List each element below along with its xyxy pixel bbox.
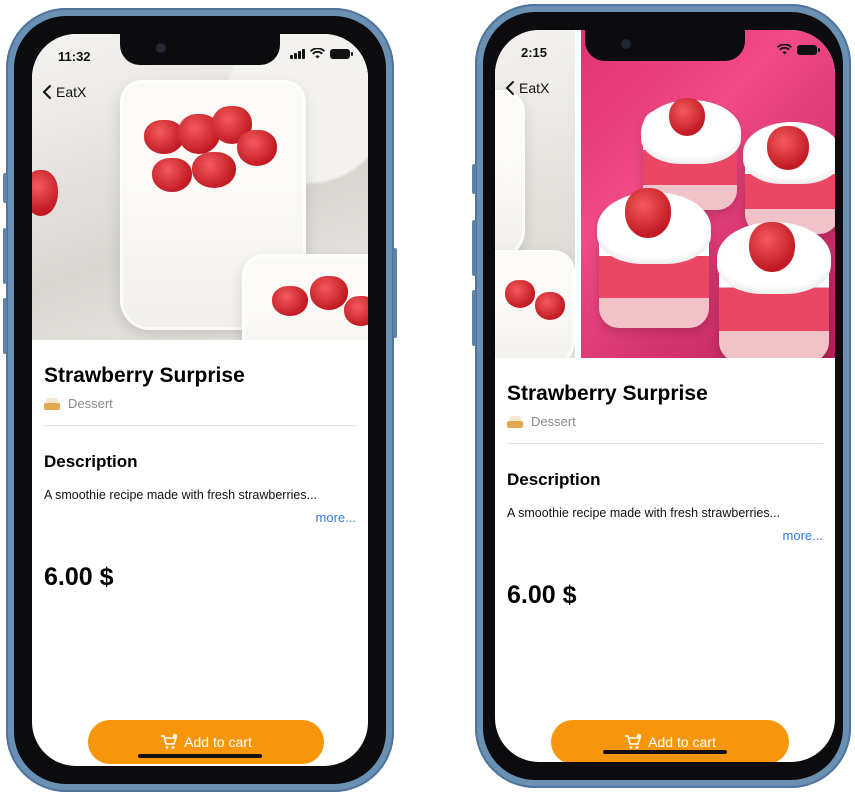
status-time: 11:32 <box>58 49 91 64</box>
wifi-icon <box>777 44 792 55</box>
notch <box>120 34 280 65</box>
detail-content: Strawberry Surprise Dessert Description … <box>32 364 368 592</box>
more-link[interactable]: more... <box>44 510 356 525</box>
signal-icon <box>290 48 305 59</box>
back-label: EatX <box>56 84 87 100</box>
description-text: A smoothie recipe made with fresh strawb… <box>507 506 781 520</box>
back-button[interactable]: EatX <box>42 84 86 100</box>
category-row: Dessert <box>44 396 356 411</box>
item-title: Strawberry Surprise <box>507 382 708 405</box>
category-label: Dessert <box>531 414 576 429</box>
phone-frame-right: 2:15 EatX Strawberry Surprise Dessert De… <box>472 4 851 788</box>
screen: 11:32 EatX Strawberry Surprise Dessert D… <box>32 34 368 766</box>
description-text: A smoothie recipe made with fresh strawb… <box>44 488 318 502</box>
price: 6.00 $ <box>507 581 577 609</box>
cart-icon <box>161 734 178 749</box>
category-row: Dessert <box>507 414 823 429</box>
item-title: Strawberry Surprise <box>44 364 245 387</box>
back-label: EatX <box>519 80 550 96</box>
description-heading: Description <box>507 470 601 489</box>
battery-icon <box>797 44 820 55</box>
cake-icon <box>507 415 523 428</box>
divider <box>507 443 823 444</box>
add-to-cart-label: Add to cart <box>184 734 252 750</box>
more-link[interactable]: more... <box>507 528 823 543</box>
add-to-cart-button[interactable]: Add to cart <box>551 720 789 762</box>
back-button[interactable]: EatX <box>505 80 549 96</box>
notch <box>585 30 745 61</box>
battery-icon <box>330 48 353 59</box>
chevron-left-icon <box>42 85 51 99</box>
divider <box>44 425 356 426</box>
wifi-icon <box>310 48 325 59</box>
add-to-cart-label: Add to cart <box>648 734 716 750</box>
price: 6.00 $ <box>44 563 114 591</box>
status-time: 2:15 <box>521 45 548 60</box>
screen: 2:15 EatX Strawberry Surprise Dessert De… <box>495 30 835 762</box>
food-image <box>32 34 368 340</box>
home-indicator <box>603 750 727 754</box>
home-indicator <box>138 754 262 758</box>
cart-icon <box>625 734 642 749</box>
chevron-left-icon <box>505 81 514 95</box>
detail-content: Strawberry Surprise Dessert Description … <box>495 382 835 610</box>
cake-icon <box>44 397 60 410</box>
category-label: Dessert <box>68 396 113 411</box>
description-heading: Description <box>44 452 138 471</box>
phone-frame-left: 11:32 EatX Strawberry Surprise Dessert D… <box>3 8 397 792</box>
